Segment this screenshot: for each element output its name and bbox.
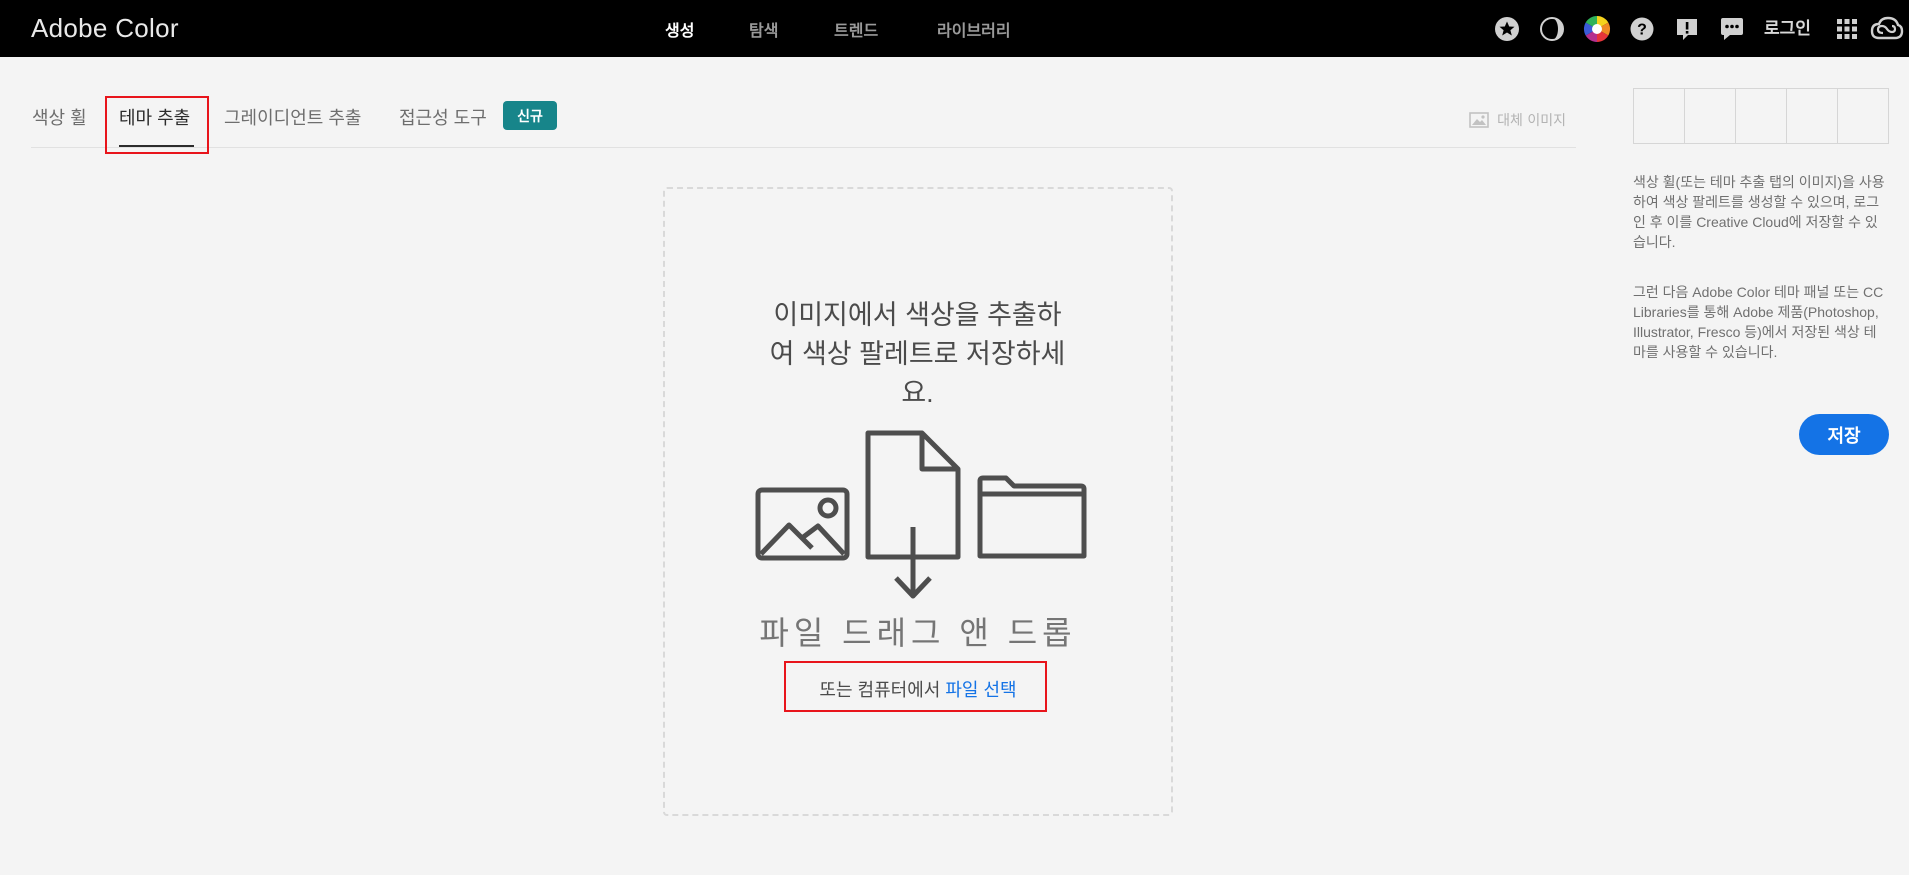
swatch-3[interactable] [1736,89,1787,143]
tab-accessibility-tools[interactable]: 접근성 도구 [399,104,487,130]
drop-heading-line1: 이미지에서 색상을 추출하 [773,300,1062,330]
feedback-icon[interactable] [1672,14,1702,44]
svg-text:?: ? [1637,22,1647,39]
drag-and-drop-title: 파일 드래그 앤 드롭 [759,615,1077,651]
color-swatches [1633,88,1889,144]
new-badge[interactable]: 신규 [503,101,557,130]
drop-zone-heading: 이미지에서 색상을 추출하 여 색상 팔레트로 저장하세 요. [745,296,1090,413]
drop-heading-line2: 여 색상 팔레트로 저장하세 [769,339,1066,369]
tab-extract-gradient[interactable]: 그레이디언트 추출 [224,104,361,130]
creative-cloud-icon[interactable] [1870,14,1904,44]
panel-description-1: 색상 휠(또는 테마 추출 탭의 이미지)을 사용하여 색상 팔레트를 생성할 … [1633,174,1885,250]
folder-icon [977,475,1087,559]
drop-heading-line3: 요. [901,378,934,408]
swatch-5[interactable] [1838,89,1888,143]
tab-color-wheel[interactable]: 색상 휠 [32,104,87,130]
picture-icon [755,487,850,561]
highlight-box-file-select [784,661,1047,712]
star-icon[interactable] [1492,14,1522,44]
help-icon[interactable]: ? [1627,14,1657,44]
color-wheel-icon[interactable] [1582,14,1612,44]
nav-trends[interactable]: 트렌드 [834,17,878,41]
apps-grid-icon[interactable] [1832,14,1862,44]
alternate-image-label: 대체 이미지 [1497,113,1566,129]
chat-icon[interactable] [1717,14,1747,44]
upload-illustration [755,430,1087,599]
swatch-2[interactable] [1685,89,1736,143]
highlight-box-tab [105,96,209,154]
login-link[interactable]: 로그인 [1764,14,1811,39]
nav-libraries[interactable]: 라이브러리 [937,17,1011,41]
swatch-1[interactable] [1634,89,1685,143]
nav-create[interactable]: 생성 [665,17,694,41]
image-icon [1469,112,1489,128]
swatch-4[interactable] [1787,89,1838,143]
tool-tabs: 색상 휠 테마 추출 그레이디언트 추출 접근성 도구 신규 대체 이미지 [31,98,1576,148]
alternate-image-button[interactable]: 대체 이미지 [1469,110,1566,130]
top-bar: Adobe Color 생성 탐색 트렌드 라이브러리 ? 로그인 [0,0,1909,57]
save-button[interactable]: 저장 [1799,414,1889,455]
top-nav: 생성 탐색 트렌드 라이브러리 [0,17,1909,41]
panel-description-2: 그런 다음 Adobe Color 테마 패널 또는 CC Libraries를… [1633,284,1884,360]
nav-explore[interactable]: 탐색 [749,17,778,41]
file-download-icon [865,430,961,599]
contrast-icon[interactable] [1537,14,1567,44]
